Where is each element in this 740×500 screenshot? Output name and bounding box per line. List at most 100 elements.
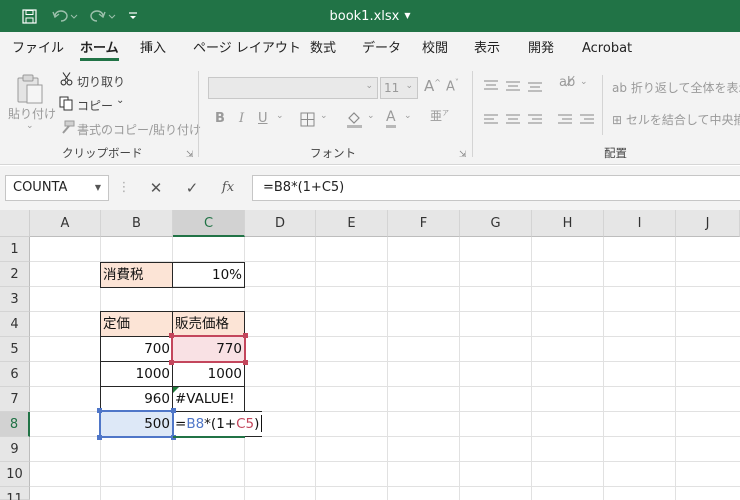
tab-file[interactable]: ファイル: [12, 32, 64, 65]
formula-input[interactable]: =B8*(1+C5): [252, 175, 740, 201]
column-header-e[interactable]: E: [316, 210, 388, 237]
tab-insert[interactable]: 挿入: [140, 32, 166, 65]
row-header-1[interactable]: 1: [0, 237, 30, 262]
insert-function-icon[interactable]: fx: [214, 175, 242, 201]
font-color-icon[interactable]: A: [386, 109, 396, 128]
paste-label[interactable]: 貼り付け: [8, 105, 56, 122]
fill-color-dropdown-icon[interactable]: ⌄: [367, 111, 375, 121]
column-header-f[interactable]: F: [388, 210, 460, 237]
column-header-i[interactable]: I: [604, 210, 676, 237]
fill-color-icon[interactable]: [346, 110, 363, 128]
decrease-font-icon[interactable]: A˅: [446, 78, 459, 94]
name-box-dropdown-icon[interactable]: ▼: [95, 176, 101, 200]
underline-dropdown-icon[interactable]: ⌄: [276, 111, 284, 121]
format-painter-icon[interactable]: [59, 120, 75, 134]
column-header-b[interactable]: B: [101, 210, 173, 237]
tab-view[interactable]: 表示: [474, 32, 500, 65]
row-header-11[interactable]: 11: [0, 487, 30, 500]
clipboard-launcher-icon[interactable]: ⇲: [186, 150, 194, 160]
cell-c6[interactable]: 1000: [172, 361, 245, 387]
font-size-value: 11: [384, 81, 400, 95]
tab-formulas[interactable]: 数式: [310, 32, 336, 65]
row-header-7[interactable]: 7: [0, 387, 30, 412]
row-header-6[interactable]: 6: [0, 362, 30, 387]
copy-dropdown-icon[interactable]: ⌄: [116, 95, 124, 106]
column-header-d[interactable]: D: [245, 210, 316, 237]
name-box[interactable]: COUNTA ▼: [5, 175, 109, 201]
cut-label[interactable]: 切り取り: [77, 73, 125, 90]
row-header-4[interactable]: 4: [0, 312, 30, 337]
copy-label[interactable]: コピー: [77, 97, 113, 114]
text-caret: [261, 415, 262, 432]
column-header-g[interactable]: G: [460, 210, 532, 237]
tab-home[interactable]: ホーム: [80, 32, 119, 65]
cell-b2[interactable]: 消費税: [100, 262, 173, 288]
row-header-9[interactable]: 9: [0, 437, 30, 462]
horizontal-align-icons[interactable]: [484, 113, 604, 127]
wrap-text-button[interactable]: ab 折り返して全体を表示す: [612, 79, 740, 96]
row-header-2[interactable]: 2: [0, 262, 30, 287]
vertical-align-icons[interactable]: [484, 79, 554, 93]
row-header-5[interactable]: 5: [0, 337, 30, 362]
font-size-select[interactable]: 11 ⌄: [380, 77, 418, 99]
tab-developer[interactable]: 開発: [528, 32, 554, 65]
ref-handle[interactable]: [171, 408, 176, 413]
merge-center-button[interactable]: ⊞ セルを結合して中央揃: [612, 111, 740, 128]
copy-icon[interactable]: [59, 96, 74, 111]
cell-c4[interactable]: 販売価格: [172, 311, 245, 337]
name-box-value: COUNTA: [13, 180, 68, 195]
wrap-text-label: 折り返して全体を表示す: [630, 81, 740, 95]
borders-icon[interactable]: [300, 112, 315, 127]
column-header-a[interactable]: A: [30, 210, 101, 237]
cell-c7[interactable]: #VALUE!: [172, 386, 245, 412]
borders-dropdown-icon[interactable]: ⌄: [320, 111, 328, 121]
ref-handle[interactable]: [97, 435, 102, 440]
bold-icon[interactable]: B: [215, 111, 225, 126]
cell-b6[interactable]: 1000: [100, 361, 173, 387]
cell-b4[interactable]: 定価: [100, 311, 173, 337]
font-name-select[interactable]: ⌄: [208, 77, 378, 99]
cell-c8-editing[interactable]: =B8*(1+C5): [172, 411, 262, 437]
row-header-3[interactable]: 3: [0, 287, 30, 312]
row-header-8[interactable]: 8: [0, 412, 30, 437]
underline-icon[interactable]: U: [258, 111, 268, 126]
increase-font-icon[interactable]: A^: [424, 77, 441, 95]
font-color-dropdown-icon[interactable]: ⌄: [404, 111, 412, 121]
select-all-corner[interactable]: [0, 210, 30, 237]
format-painter-label[interactable]: 書式のコピー/貼り付け: [77, 121, 201, 138]
row-header-10[interactable]: 10: [0, 462, 30, 487]
scissors-icon[interactable]: [60, 72, 73, 86]
window-title[interactable]: book1.xlsx ▼: [0, 0, 740, 32]
column-header-h[interactable]: H: [532, 210, 604, 237]
italic-icon[interactable]: I: [239, 111, 244, 126]
font-name-dropdown-icon: ⌄: [365, 81, 373, 91]
enter-icon[interactable]: ✓: [180, 175, 204, 201]
ref-handle[interactable]: [243, 360, 248, 365]
ref-handle[interactable]: [97, 408, 102, 413]
reference-highlight-b8: [99, 410, 174, 438]
column-header-j[interactable]: J: [676, 210, 740, 237]
error-indicator-icon[interactable]: [173, 387, 179, 393]
ref-handle[interactable]: [169, 360, 174, 365]
phonetic-icon[interactable]: 亜ア: [430, 107, 449, 124]
cancel-icon[interactable]: ✕: [144, 175, 168, 201]
tab-data[interactable]: データ: [362, 32, 401, 65]
tab-acrobat[interactable]: Acrobat: [582, 32, 632, 65]
paste-dropdown-icon[interactable]: ⌄: [26, 121, 34, 131]
filename-text: book1.xlsx: [329, 9, 400, 24]
formula-ref-b8: B8: [186, 416, 205, 432]
orientation-dropdown-icon[interactable]: ⌄: [580, 77, 588, 87]
tab-page-layout[interactable]: ページ レイアウト: [193, 32, 301, 65]
paste-icon[interactable]: [15, 73, 45, 105]
tab-review[interactable]: 校閲: [422, 32, 448, 65]
cell-b5[interactable]: 700: [100, 336, 173, 362]
ref-handle[interactable]: [243, 333, 248, 338]
column-header-c[interactable]: C: [173, 210, 245, 237]
active-cell-indicator: [173, 436, 245, 438]
orientation-icon[interactable]: ab̸: [559, 75, 575, 90]
cell-c2[interactable]: 10%: [172, 262, 245, 288]
ref-handle[interactable]: [169, 333, 174, 338]
font-launcher-icon[interactable]: ⇲: [459, 150, 467, 160]
cell-b7[interactable]: 960: [100, 386, 173, 412]
merge-center-label: セルを結合して中央揃: [625, 113, 740, 127]
